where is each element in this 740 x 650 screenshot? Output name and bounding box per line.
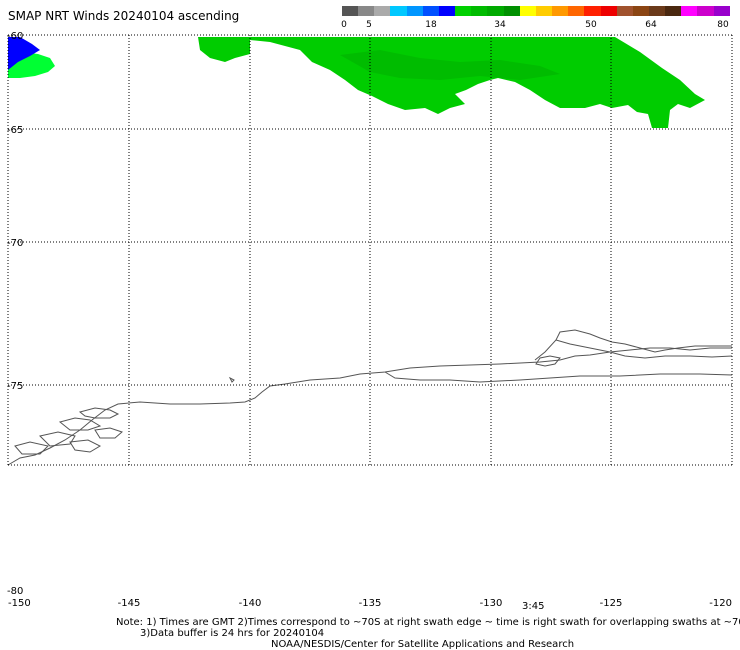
wind-map: -60 -65 -70 -75 -80 -150 -145 -140 -135 -130 -125…	[7, 31, 733, 609]
latitude-label: -65	[7, 125, 23, 136]
latitude-labels: -60 -65 -70 -75 -80	[7, 31, 23, 597]
latitude-label: -60	[7, 31, 23, 42]
longitude-label: -145	[118, 598, 141, 609]
note-line-2: 3)Data buffer is 24 hrs for 20240104	[140, 628, 325, 639]
island-2	[58, 417, 102, 431]
longitude-label: -125	[600, 598, 623, 609]
island-7	[228, 376, 235, 383]
coastline-shelf	[384, 371, 733, 383]
wind-area-green-main	[198, 37, 705, 128]
latitude-label: -80	[7, 586, 23, 597]
time-label: 3:45	[522, 601, 545, 612]
longitude-label: -135	[359, 598, 382, 609]
island-6	[69, 439, 102, 453]
latitude-label: -75	[7, 381, 23, 392]
island-1	[78, 407, 120, 419]
note-line-3: NOAA/NESDIS/Center for Satellite Applica…	[271, 639, 575, 650]
longitude-labels: -150 -145 -140 -135 -130 -125 -120	[8, 598, 732, 609]
island-3	[94, 427, 123, 439]
longitude-label: -140	[239, 598, 262, 609]
longitude-label: -120	[709, 598, 732, 609]
wind-swath	[8, 37, 705, 128]
latitude-label: -70	[7, 238, 23, 249]
coastline-peninsula	[534, 329, 732, 361]
longitude-label: -150	[8, 598, 31, 609]
note-line-1: Note: 1) Times are GMT 2)Times correspon…	[116, 617, 740, 628]
island-5	[14, 441, 49, 455]
longitude-label: -130	[480, 598, 503, 609]
